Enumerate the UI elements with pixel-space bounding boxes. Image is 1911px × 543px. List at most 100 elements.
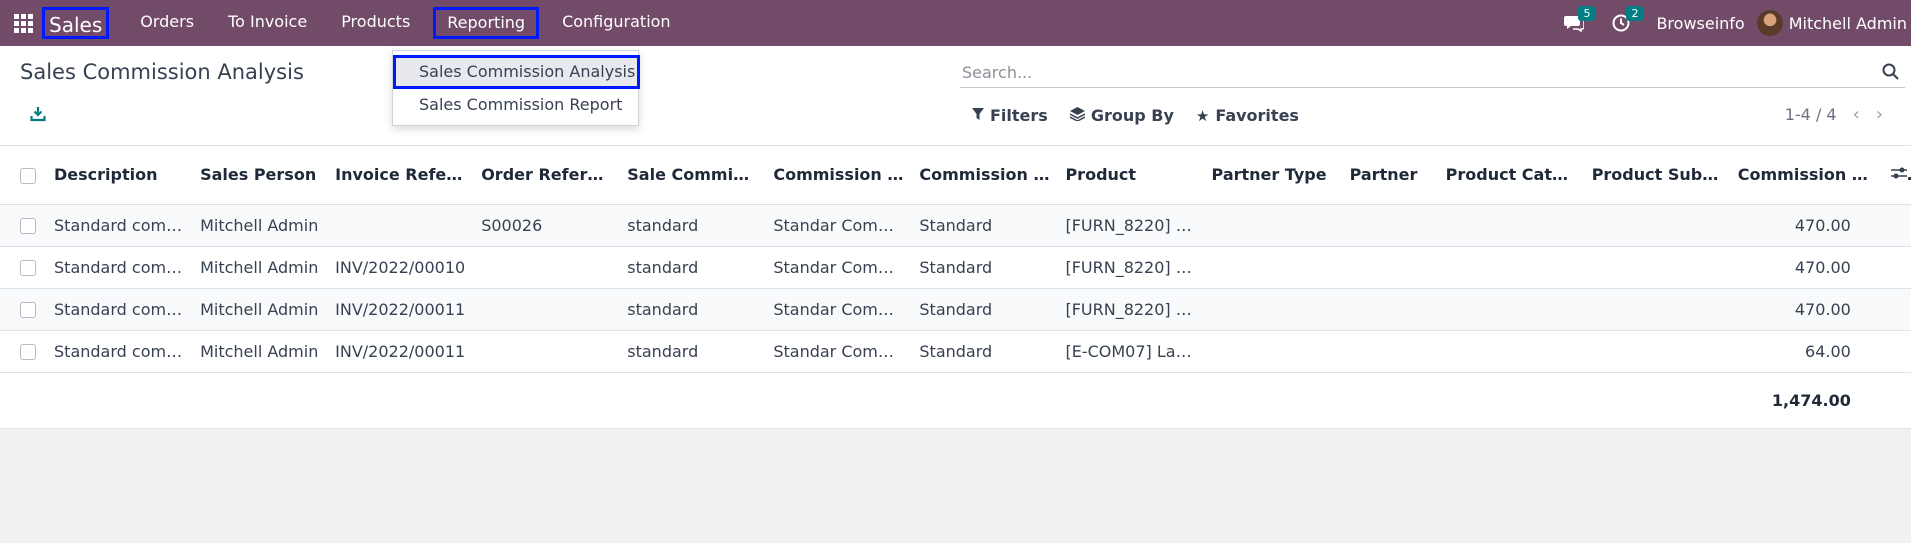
column-header-partner[interactable]: Partner <box>1341 146 1438 205</box>
download-xlsx-button[interactable] <box>30 106 46 126</box>
search-input[interactable] <box>960 58 1880 86</box>
cell-commission-amount: 64.00 <box>1729 330 1883 373</box>
cell-partner-type <box>1203 288 1342 331</box>
cell-partner-type <box>1203 330 1342 373</box>
column-header-commission-type[interactable]: Commission Type <box>911 146 1058 205</box>
filters-label: Filters <box>990 106 1048 125</box>
cell-product-sub-category <box>1583 288 1730 331</box>
cell-sale-commission: standard <box>619 246 766 289</box>
activities-button[interactable]: 2 <box>1598 0 1644 46</box>
reporting-dropdown: Sales Commission Analysis Sales Commissi… <box>392 50 640 126</box>
row-checkbox[interactable] <box>0 330 47 373</box>
app-brand-sales[interactable]: Sales <box>42 7 110 39</box>
table-row[interactable]: Standard commission Mitchell Admin INV/2… <box>0 330 1911 373</box>
pager-value[interactable]: 1-4 / 4 <box>1785 105 1837 124</box>
filters-button[interactable]: Filters <box>972 106 1048 125</box>
cell-product: [E-COM07] Large Cabinet <box>1057 330 1204 373</box>
menu-item-sales-commission-report[interactable]: Sales Commission Report <box>419 93 622 117</box>
cell-commission-name: Standar Commission <box>765 330 912 373</box>
user-menu[interactable]: Mitchell Admin <box>1756 10 1911 36</box>
messages-button[interactable]: 5 <box>1550 0 1598 46</box>
cell-partner <box>1341 246 1438 289</box>
cell-product: [FURN_8220] Four Person Desk <box>1057 246 1204 289</box>
cell-order-reference <box>473 330 620 373</box>
commission-table: Description Sales Person Invoice Referen… <box>0 146 1911 429</box>
cell-sales-person: Mitchell Admin <box>192 330 328 373</box>
table-row[interactable]: Standard commission Mitchell Admin S0002… <box>0 204 1911 247</box>
pager: 1-4 / 4 ‹ › <box>1785 104 1883 125</box>
optional-columns-toggle[interactable] <box>1882 146 1911 205</box>
menu-configuration[interactable]: Configuration <box>545 0 688 46</box>
sliders-icon <box>1890 167 1907 179</box>
menu-orders[interactable]: Orders <box>123 0 211 46</box>
cell-product-category <box>1437 330 1584 373</box>
menu-reporting[interactable]: Reporting <box>433 7 540 39</box>
cell-description: Standard commission <box>46 204 193 247</box>
page-title: Sales Commission Analysis <box>20 60 304 84</box>
column-header-sale-commission[interactable]: Sale Commission <box>619 146 766 205</box>
favorites-button[interactable]: ★ Favorites <box>1196 106 1299 125</box>
column-header-product-category[interactable]: Product Category <box>1437 146 1584 205</box>
cell-sale-commission: standard <box>619 288 766 331</box>
control-panel: Sales Commission Analysis Filters Group … <box>0 46 1911 146</box>
company-switcher[interactable]: Browseinfo <box>1644 14 1756 33</box>
select-all-checkbox[interactable] <box>0 146 47 205</box>
user-avatar <box>1756 10 1783 36</box>
cell-commission-type: Standard <box>911 246 1058 289</box>
cell-description: Standard commission <box>46 330 193 373</box>
cell-order-reference <box>473 288 620 331</box>
column-header-product[interactable]: Product <box>1057 146 1204 205</box>
column-header-sales-person[interactable]: Sales Person <box>192 146 328 205</box>
row-checkbox[interactable] <box>0 204 47 247</box>
star-icon: ★ <box>1195 106 1210 125</box>
cell-product-category <box>1437 288 1584 331</box>
cell-partner-type <box>1203 246 1342 289</box>
table-row[interactable]: Standard commission Mitchell Admin INV/2… <box>0 288 1911 331</box>
activities-count-badge: 2 <box>1626 6 1644 21</box>
cell-sale-commission: standard <box>619 330 766 373</box>
menu-to-invoice[interactable]: To Invoice <box>211 0 324 46</box>
cell-commission-type: Standard <box>911 330 1058 373</box>
row-checkbox[interactable] <box>0 246 47 289</box>
column-header-order-reference[interactable]: Order Reference <box>473 146 620 205</box>
cell-product: [FURN_8220] Four Person Desk <box>1057 288 1204 331</box>
column-header-description[interactable]: Description <box>46 146 193 205</box>
user-name: Mitchell Admin <box>1788 13 1907 33</box>
column-header-commission-amount[interactable]: Commission Amount <box>1729 146 1883 205</box>
table-header-row: Description Sales Person Invoice Referen… <box>0 146 1911 205</box>
top-navbar: Sales Orders To Invoice Products Reporti… <box>0 0 1911 46</box>
column-header-commission-name[interactable]: Commission Name <box>765 146 912 205</box>
cell-commission-amount: 470.00 <box>1729 204 1883 247</box>
cell-sales-person: Mitchell Admin <box>192 246 328 289</box>
cell-commission-name: Standar Commission <box>765 246 912 289</box>
menu-item-sales-commission-analysis[interactable]: Sales Commission Analysis <box>393 55 640 89</box>
group-by-label: Group By <box>1090 106 1174 125</box>
cell-invoice-reference: INV/2022/00011 <box>327 288 474 331</box>
cell-commission-amount: 470.00 <box>1729 288 1883 331</box>
cell-partner <box>1341 288 1438 331</box>
cell-order-reference: S00026 <box>473 204 620 247</box>
cell-description: Standard commission <box>46 288 193 331</box>
cell-sales-person: Mitchell Admin <box>192 288 328 331</box>
search-icon[interactable] <box>1882 63 1899 84</box>
apps-menu-icon[interactable] <box>0 0 46 46</box>
menu-products[interactable]: Products <box>324 0 427 46</box>
cell-product-category <box>1437 246 1584 289</box>
cell-product: [FURN_8220] Four Person Desk <box>1057 204 1204 247</box>
table-row[interactable]: Standard commission Mitchell Admin INV/2… <box>0 246 1911 289</box>
commission-list: Description Sales Person Invoice Referen… <box>0 146 1911 429</box>
group-by-button[interactable]: Group By <box>1069 106 1174 125</box>
cell-order-reference <box>473 246 620 289</box>
layers-icon <box>1069 106 1086 125</box>
pager-previous-icon[interactable]: ‹ <box>1853 104 1860 125</box>
column-header-product-sub-category[interactable]: Product Sub Category <box>1583 146 1730 205</box>
column-header-invoice-reference[interactable]: Invoice Reference <box>327 146 474 205</box>
pager-next-icon[interactable]: › <box>1876 104 1883 125</box>
search-bar <box>960 58 1905 88</box>
cell-description: Standard commission <box>46 246 193 289</box>
cell-sales-person: Mitchell Admin <box>192 204 328 247</box>
messages-count-badge: 5 <box>1578 6 1596 21</box>
column-header-partner-type[interactable]: Partner Type <box>1203 146 1342 205</box>
row-checkbox[interactable] <box>0 288 47 331</box>
cell-partner <box>1341 330 1438 373</box>
